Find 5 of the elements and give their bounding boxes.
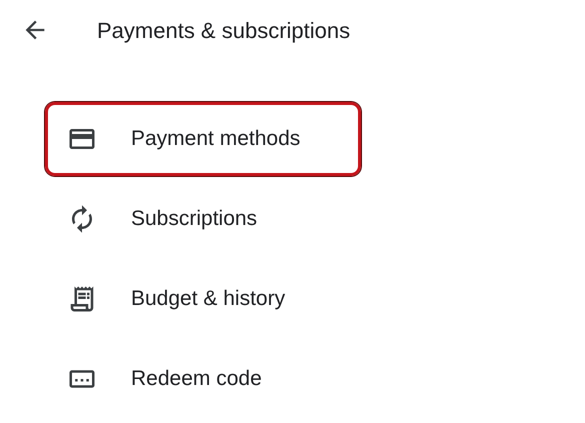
menu-item[interactable]: Subscriptions	[45, 182, 361, 256]
menu-item[interactable]: Budget & history	[45, 262, 361, 336]
page-title: Payments & subscriptions	[97, 16, 350, 45]
menu-item[interactable]: Payment methods	[45, 102, 361, 176]
menu-item[interactable]: Redeem code	[45, 342, 361, 416]
